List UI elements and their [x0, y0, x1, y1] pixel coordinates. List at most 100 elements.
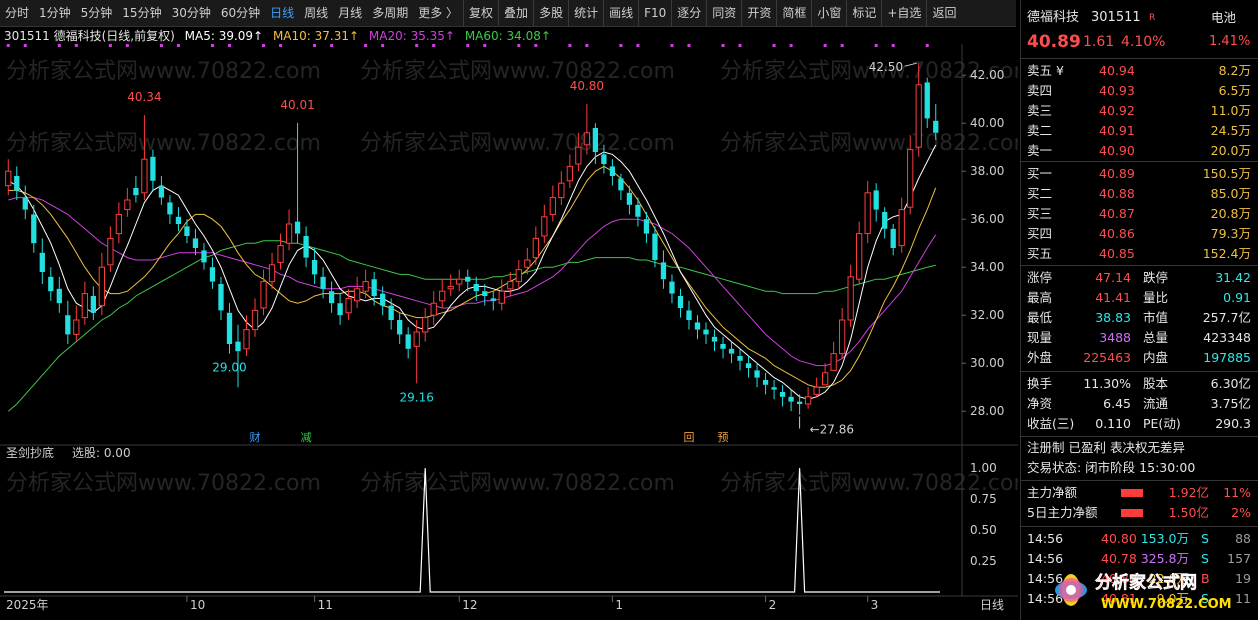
candle [251, 298, 259, 337]
candle-body [890, 228, 896, 248]
bid-volume: 20.8万 [1210, 206, 1251, 221]
trading-status: 交易状态: 闭市阶段 15:30:00 [1027, 460, 1196, 475]
marker-dot [891, 44, 895, 47]
stat-label: 净资 [1027, 396, 1053, 411]
stat-value: 257.7亿 [1202, 310, 1251, 325]
event-marker: 减 [301, 431, 312, 444]
stat-value: 3.75亿 [1210, 396, 1251, 411]
marker-dot [125, 44, 129, 47]
watermark-2: 分析家公式网www.70822.com [360, 59, 675, 84]
marker-dot [23, 44, 27, 47]
stat-label: 换手 [1027, 376, 1053, 391]
ask-row: 卖一 40.90 20.0万 [1021, 141, 1258, 161]
marker-dot [483, 44, 487, 47]
stat-row: 现量 3488 总量 423348 [1021, 328, 1258, 348]
candle-body [882, 212, 888, 229]
candle-body [592, 128, 599, 152]
candle-body [796, 401, 803, 404]
candle-body [226, 312, 233, 344]
candle-body [677, 296, 684, 308]
candle-body [618, 178, 624, 191]
ask-price: 40.94 [1099, 63, 1135, 78]
candle-body [380, 293, 386, 306]
candle-body [447, 285, 454, 290]
ask-label: 卖一 [1027, 143, 1053, 158]
candle [345, 288, 352, 320]
period-axis-label[interactable]: 日线 [980, 598, 1004, 612]
event-marker: 回 [683, 431, 694, 444]
ask-label: 卖三 [1027, 103, 1053, 118]
ask-volume: 8.2万 [1218, 63, 1251, 78]
candle-body [907, 149, 914, 208]
sector-name[interactable]: 电池 [1211, 8, 1236, 28]
stat-value: 0.110 [1095, 416, 1131, 431]
candle [73, 305, 80, 342]
stat-row: 外盘 225463 内盘 197885 [1021, 348, 1258, 368]
candle-body [430, 302, 437, 316]
candle-body [583, 132, 591, 146]
candle-body [362, 281, 369, 292]
tick-time: 14:56 [1027, 531, 1064, 546]
candle-body [243, 329, 250, 350]
candle [397, 312, 403, 344]
flow-pct: 11% [1223, 485, 1251, 500]
candle-body [924, 82, 930, 119]
candle-body [371, 279, 377, 296]
candle [201, 243, 207, 270]
stat-value: 6.45 [1103, 396, 1131, 411]
ask-volume: 6.5万 [1218, 83, 1251, 98]
candle-body [660, 262, 667, 280]
candle [141, 115, 148, 200]
annotations: 40.34 40.01 40.80 42.50 29.00 29.16 ←27.86 财 减 回 预 [127, 60, 917, 444]
candle-body [277, 245, 284, 263]
stock-code: 301511 [1091, 10, 1141, 25]
ask-row: 卖五 ¥ 40.94 8.2万 [1021, 61, 1258, 81]
tick-side: S [1201, 531, 1209, 546]
watermark-4: 分析家公式网www.70822.com [6, 131, 321, 156]
marker-dot [738, 44, 742, 47]
stat-value: 0.91 [1223, 290, 1251, 305]
candle [779, 384, 786, 407]
marker-dot [687, 44, 691, 47]
kline-chart[interactable]: 分析家公式网www.70822.com 分析家公式网www.70822.com … [0, 0, 1018, 620]
stock-tags: 注册制 已盈利 表决权无差异 [1027, 440, 1185, 455]
candle-body [388, 305, 394, 320]
candle-body [626, 192, 633, 205]
candle-body [150, 156, 156, 181]
candle [98, 252, 105, 316]
stat-row: 最低 38.83 市值 257.7亿 [1021, 308, 1258, 328]
candle [167, 195, 173, 224]
candle [847, 264, 854, 328]
candle-body [303, 236, 309, 258]
quote-panel: 德福科技 301511 R 电池 40.89 1.61 4.10% 1.41% … [1020, 0, 1258, 620]
watermark-layer: 分析家公式网www.70822.com 分析家公式网www.70822.com … [6, 59, 1018, 496]
stat-row: 换手 11.30% 股本 6.30亿 [1021, 374, 1258, 394]
candle-body [251, 309, 259, 331]
ask-price: 40.92 [1099, 103, 1135, 118]
high-label: 42.50 [869, 60, 903, 74]
sector-change-pct: 1.41% [1209, 34, 1251, 49]
candle-body [566, 165, 573, 182]
x-tick-label: 10 [190, 598, 205, 612]
candle [311, 248, 318, 284]
bid-row: 买四 40.86 79.3万 [1021, 224, 1258, 244]
candle-body [175, 216, 182, 224]
stat-label: 外盘 [1027, 350, 1053, 365]
candle [558, 171, 565, 205]
candle-body [933, 120, 939, 133]
candle-body [328, 291, 335, 304]
candle-body [575, 146, 582, 165]
marker-dot [925, 44, 929, 47]
ask-volume: 11.0万 [1210, 103, 1251, 118]
watermark-7: 分析家公式网www.70822.com [6, 471, 321, 496]
stat-value: 11.30% [1083, 376, 1131, 391]
stat-value: 197885 [1203, 350, 1251, 365]
stat-label: PE(动) [1143, 416, 1181, 431]
candle [115, 202, 123, 244]
candle-body [515, 269, 522, 283]
bid-label: 买五 [1027, 246, 1053, 261]
last-price: 40.89 [1027, 32, 1081, 52]
candle [405, 327, 411, 359]
y-tick-label: 28.00 [970, 404, 1004, 418]
site-logo: 分析家公式网 WWW.70822.COM [1055, 572, 1232, 612]
